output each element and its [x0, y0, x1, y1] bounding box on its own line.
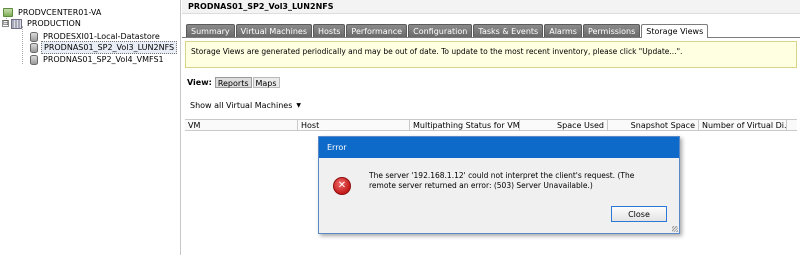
datastore-icon [30, 31, 38, 42]
error-icon: ✕ [333, 177, 351, 195]
tree-node-label: PRODVCENTER01-VA [18, 8, 102, 17]
tab-storage-views[interactable]: Storage Views [641, 24, 709, 38]
inventory-tree: PRODVCENTER01-VA ⊟ PRODUCTION PRODESXI01… [0, 0, 181, 255]
info-banner: Storage Views are generated periodically… [185, 41, 797, 68]
column-header-space-used[interactable]: Space Used [520, 120, 608, 131]
view-label: View: [187, 77, 212, 87]
tree-connector [22, 26, 23, 64]
tree-node-label: PRODUCTION [27, 19, 81, 28]
vm-filter-dropdown[interactable]: Show all Virtual Machines ▼ [190, 100, 301, 111]
tab-configuration[interactable]: Configuration [408, 24, 473, 37]
chevron-down-icon: ▼ [296, 102, 301, 109]
tab-permissions[interactable]: Permissions [582, 24, 641, 37]
tree-node-datacenter[interactable]: ⊟ PRODUCTION [2, 18, 83, 29]
tab-hosts[interactable]: Hosts [313, 24, 346, 37]
tree-node-datastore[interactable]: PRODNAS01_SP2_Vol4_VMFS1 [30, 54, 166, 65]
tree-node-label: PRODNAS01_SP2_Vol3_LUN2NFS [41, 41, 178, 54]
dialog-title: Error [319, 137, 679, 158]
column-header-vm[interactable]: VM [185, 120, 298, 131]
table-header: VM Host Multipathing Status for VM Space… [185, 119, 797, 131]
datastore-icon [30, 42, 38, 53]
tab-summary[interactable]: Summary [186, 24, 235, 37]
column-header-snapshot-space[interactable]: Snapshot Space [608, 120, 699, 131]
reports-view-button[interactable]: Reports [214, 76, 252, 88]
tab-alarms[interactable]: Alarms [544, 24, 582, 37]
tab-virtual-machines[interactable]: Virtual Machines [235, 24, 313, 37]
tree-node-datastore-selected[interactable]: PRODNAS01_SP2_Vol3_LUN2NFS [30, 41, 178, 54]
tree-node-label: PRODNAS01_SP2_Vol4_VMFS1 [43, 55, 164, 64]
column-header-filler [787, 120, 797, 131]
resize-grip-icon[interactable] [672, 226, 678, 232]
datacenter-icon [11, 18, 22, 29]
maps-view-button[interactable]: Maps [252, 76, 280, 88]
column-header-multipathing[interactable]: Multipathing Status for VM [410, 120, 520, 131]
tab-tasks-events[interactable]: Tasks & Events [473, 24, 544, 37]
datastore-icon [30, 54, 38, 65]
close-button[interactable]: Close [611, 206, 667, 222]
column-header-virtual-disks[interactable]: Number of Virtual Di... [699, 120, 787, 131]
view-switcher: View: Reports Maps [187, 76, 281, 88]
vcenter-icon [3, 8, 13, 17]
page-title: PRODNAS01_SP2_Vol3_LUN2NFS [182, 0, 800, 14]
tab-bar: Summary Virtual Machines Hosts Performan… [182, 24, 800, 38]
error-message: The server '192.168.1.12' could not inte… [369, 171, 635, 190]
tab-performance[interactable]: Performance [346, 24, 408, 37]
collapse-toggle[interactable]: ⊟ [2, 20, 9, 27]
column-header-host[interactable]: Host [298, 120, 410, 131]
tree-node-vcenter[interactable]: PRODVCENTER01-VA [3, 7, 103, 18]
vm-filter-label: Show all Virtual Machines [190, 101, 293, 110]
error-dialog: Error ✕ The server '192.168.1.12' could … [318, 136, 680, 234]
